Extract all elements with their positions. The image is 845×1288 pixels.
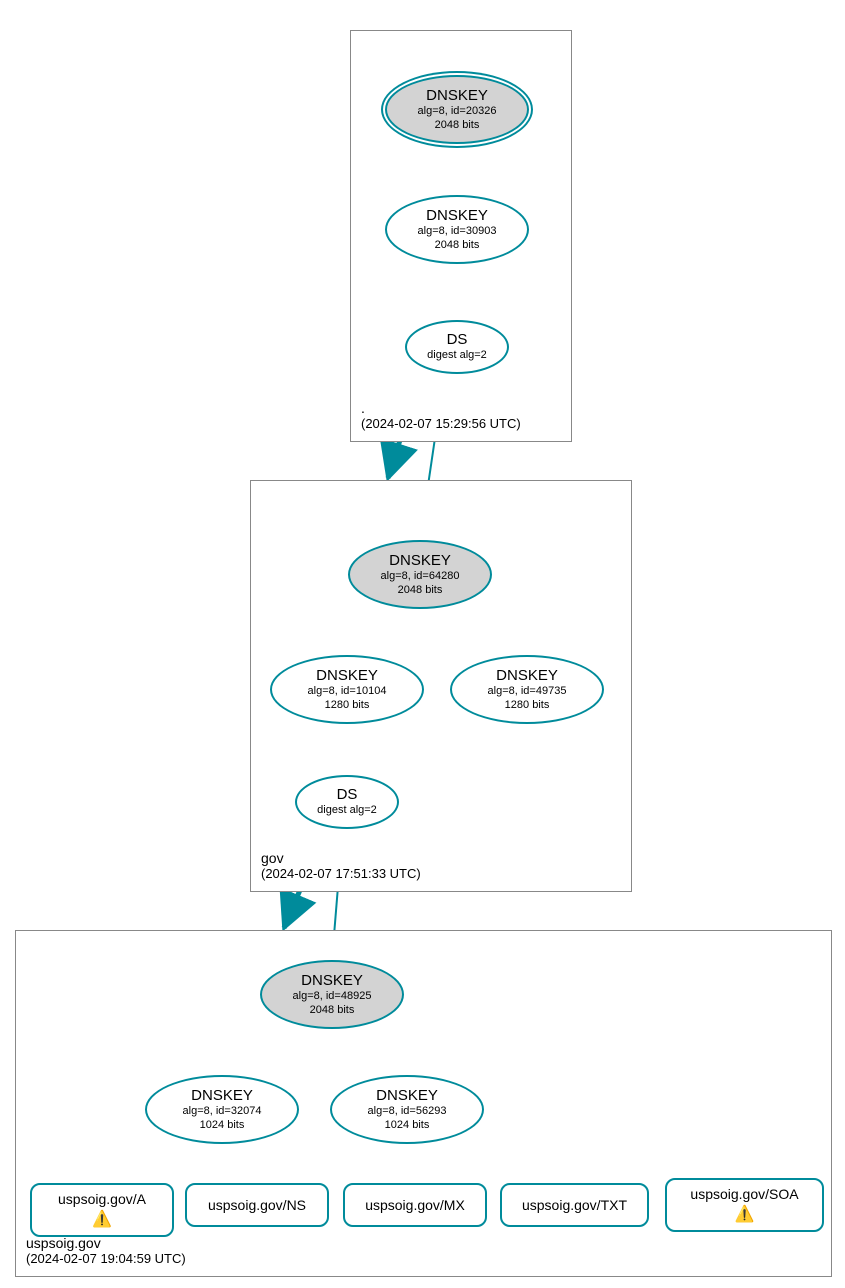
node-gov-zsk2: DNSKEY alg=8, id=49735 1280 bits xyxy=(450,655,604,724)
rrset-soa: uspsoig.gov/SOA ⚠️ xyxy=(665,1178,824,1232)
rrset-txt: uspsoig.gov/TXT xyxy=(500,1183,649,1227)
rrset-mx: uspsoig.gov/MX xyxy=(343,1183,487,1227)
node-root-ksk: DNSKEY alg=8, id=20326 2048 bits xyxy=(385,75,529,144)
warning-icon: ⚠️ xyxy=(92,1210,112,1229)
node-dom-ksk: DNSKEY alg=8, id=48925 2048 bits xyxy=(260,960,404,1029)
warning-icon: ⚠️ xyxy=(735,1205,755,1224)
rrset-ns: uspsoig.gov/NS xyxy=(185,1183,329,1227)
rrset-a: uspsoig.gov/A ⚠️ xyxy=(30,1183,174,1237)
node-gov-ksk: DNSKEY alg=8, id=64280 2048 bits xyxy=(348,540,492,609)
node-root-zsk: DNSKEY alg=8, id=30903 2048 bits xyxy=(385,195,529,264)
zone-root-timestamp: (2024-02-07 15:29:56 UTC) xyxy=(361,416,521,431)
zone-domain-name: uspsoig.gov xyxy=(26,1235,186,1251)
node-dom-zsk1: DNSKEY alg=8, id=32074 1024 bits xyxy=(145,1075,299,1144)
zone-gov-name: gov xyxy=(261,850,421,866)
node-gov-zsk1: DNSKEY alg=8, id=10104 1280 bits xyxy=(270,655,424,724)
node-dom-zsk2: DNSKEY alg=8, id=56293 1024 bits xyxy=(330,1075,484,1144)
zone-root-name: . xyxy=(361,400,521,416)
node-root-ds: DS digest alg=2 xyxy=(405,320,509,374)
zone-domain-timestamp: (2024-02-07 19:04:59 UTC) xyxy=(26,1251,186,1266)
node-gov-ds: DS digest alg=2 xyxy=(295,775,399,829)
zone-gov-timestamp: (2024-02-07 17:51:33 UTC) xyxy=(261,866,421,881)
